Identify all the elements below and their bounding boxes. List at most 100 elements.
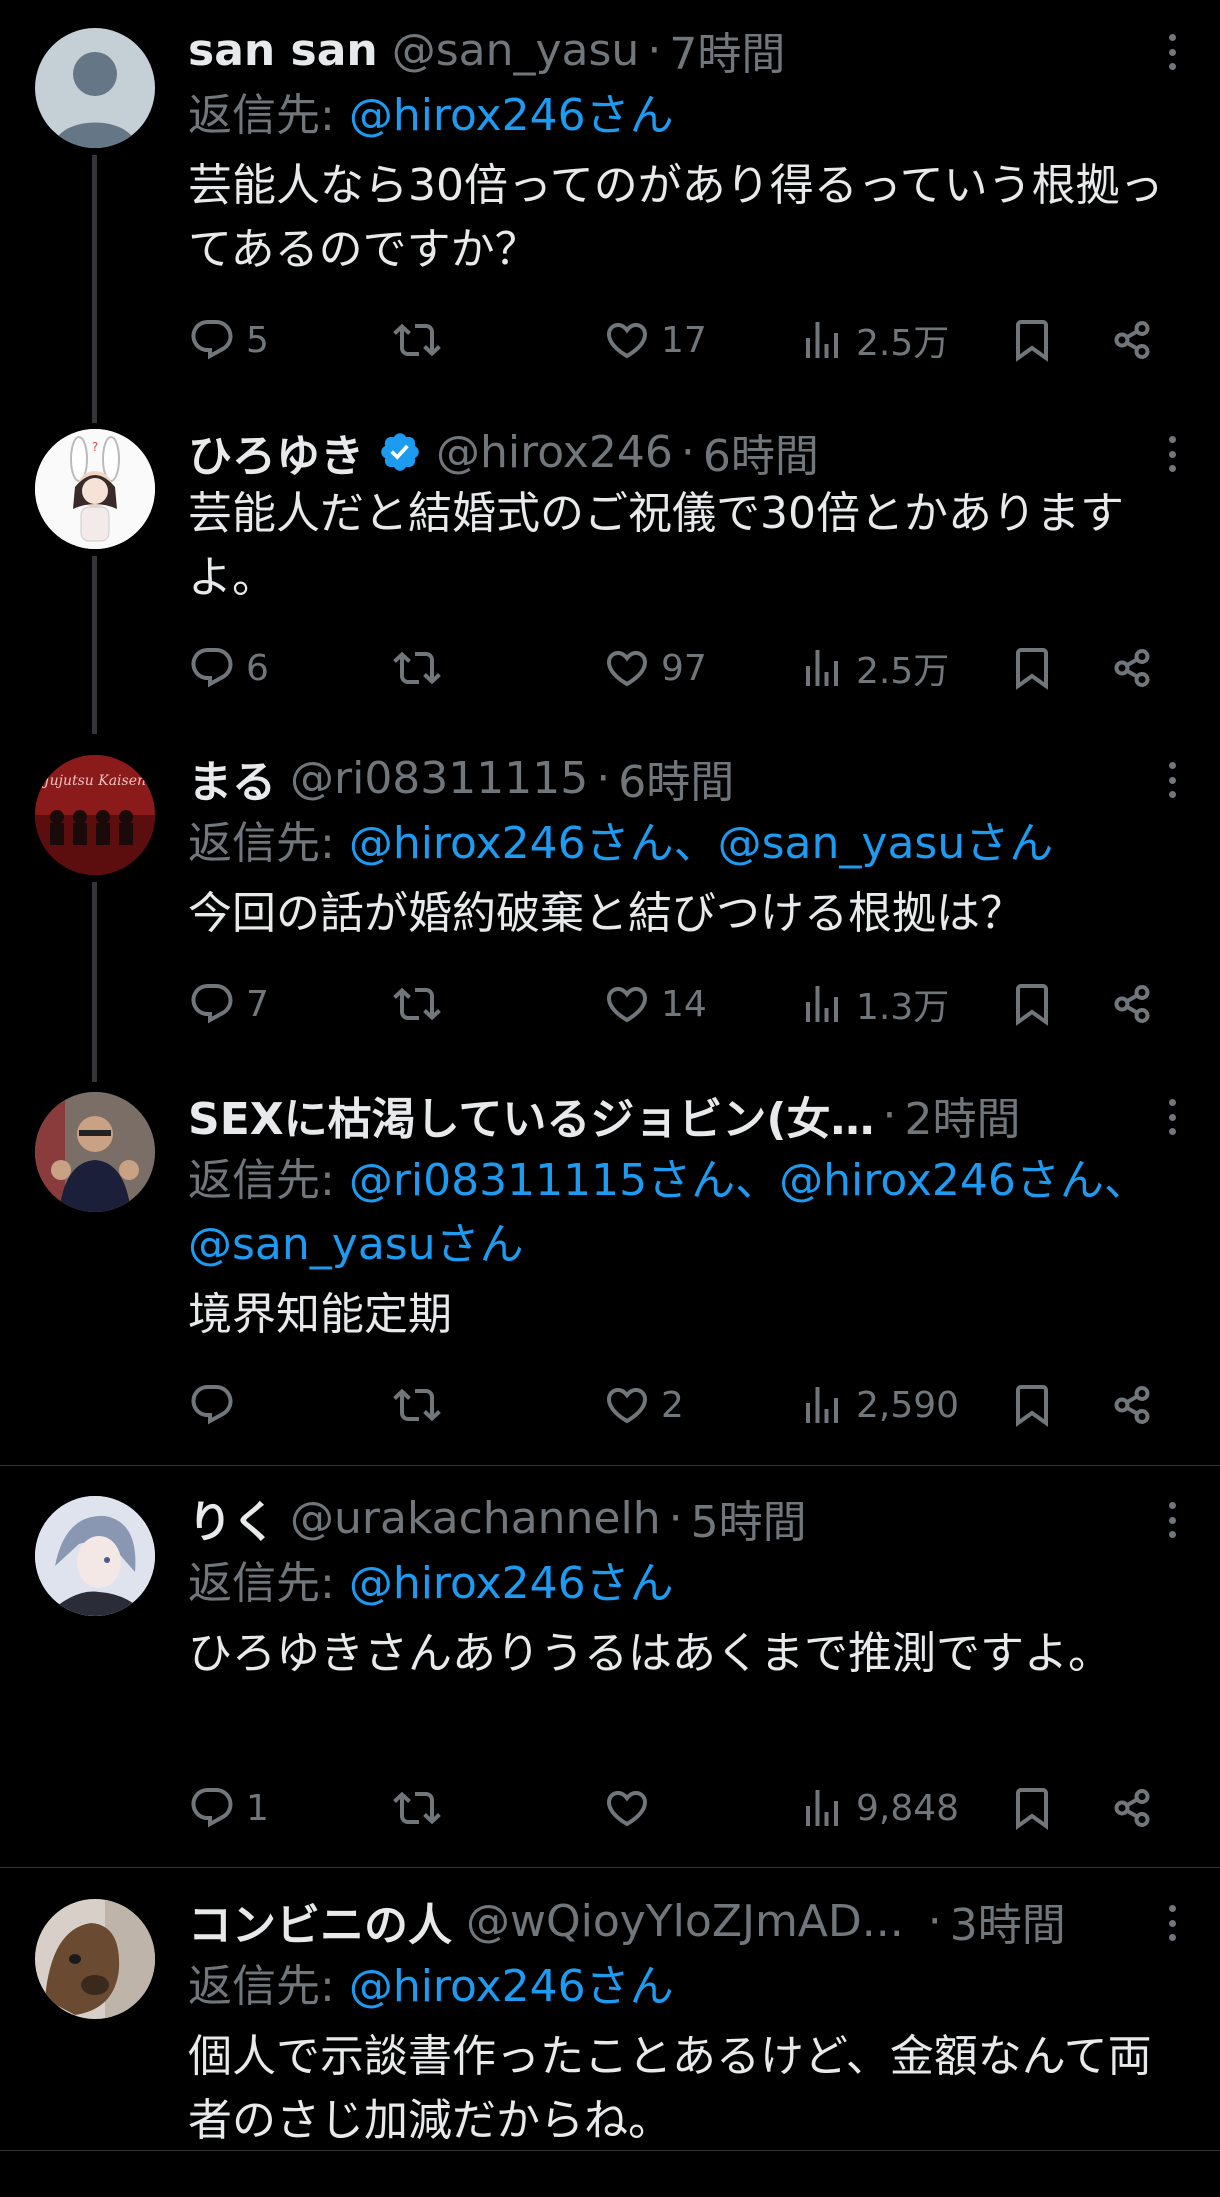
reply-mention-link[interactable]: @hirox246さん、@san_yasuさん: [349, 818, 1053, 869]
heart-icon: [603, 1381, 651, 1429]
share-icon: [1108, 644, 1156, 692]
reply-icon: [188, 1381, 236, 1429]
avatar[interactable]: ?: [35, 429, 155, 549]
view-count: 2,590: [856, 1384, 960, 1426]
post-time[interactable]: 2時間: [904, 1083, 1020, 1147]
reply-mention-link[interactable]: @hirox246さん: [349, 90, 674, 141]
default-avatar-icon: [53, 52, 137, 148]
more-icon[interactable]: [1162, 1502, 1182, 1538]
like-button[interactable]: 14: [603, 974, 707, 1034]
views-button[interactable]: 2,590: [798, 1375, 959, 1435]
retweet-button[interactable]: [393, 974, 441, 1034]
post[interactable]: コンビニの人 @wQioyYloZJmAD... · 3時間 返信先: @hir…: [0, 1893, 1220, 2197]
more-icon[interactable]: [1162, 762, 1182, 798]
action-bar: 5 17 2.5万: [188, 310, 1168, 370]
avatar[interactable]: [35, 1092, 155, 1212]
more-icon[interactable]: [1162, 1099, 1182, 1135]
reply-count: 7: [246, 983, 269, 1025]
post-header: ひろゆき @hirox246 · 6時間: [188, 424, 1100, 483]
retweet-button[interactable]: [393, 310, 441, 370]
retweet-button[interactable]: [393, 638, 441, 698]
like-button[interactable]: 97: [603, 638, 707, 698]
reply-mention-link[interactable]: @hirox246さん: [349, 1961, 674, 2012]
display-name[interactable]: SEXに枯渇しているジョビン(女…: [188, 1083, 874, 1147]
avatar[interactable]: [35, 28, 155, 148]
anime-boy-avatar: [35, 1496, 155, 1616]
user-handle[interactable]: @ri08311115: [290, 753, 588, 804]
post-time[interactable]: 6時間: [618, 746, 734, 810]
more-icon[interactable]: [1162, 1905, 1182, 1941]
views-button[interactable]: 2.5万: [798, 638, 949, 698]
separator-dot: ·: [596, 752, 611, 804]
like-count: 14: [661, 983, 707, 1025]
jujutsu-kaisen-avatar: Jujutsu Kaisen: [35, 755, 155, 875]
bookmark-button[interactable]: [1008, 974, 1056, 1034]
reply-button[interactable]: 1: [188, 1778, 269, 1838]
reply-button[interactable]: [188, 1375, 246, 1435]
display-name[interactable]: san san: [188, 25, 378, 76]
post-text: 芸能人なら30倍ってのがあり得るっていう根拠ってあるのですか？: [188, 160, 1164, 275]
bookmark-button[interactable]: [1008, 1778, 1056, 1838]
avatar[interactable]: [35, 1496, 155, 1616]
display-name[interactable]: ひろゆき: [188, 420, 364, 484]
post[interactable]: Jujutsu Kaisen まる @ri08311115 · 6時間 返信先:…: [0, 750, 1220, 1066]
display-name[interactable]: りく: [188, 1486, 276, 1550]
post-time[interactable]: 6時間: [703, 420, 819, 484]
bookmark-button[interactable]: [1008, 1375, 1056, 1435]
view-count: 2.5万: [856, 323, 950, 364]
views-button[interactable]: 2.5万: [798, 310, 949, 370]
retweet-button[interactable]: [393, 1375, 441, 1435]
post-header: コンビニの人 @wQioyYloZJmAD... · 3時間: [188, 1893, 1100, 1952]
user-handle[interactable]: @san_yasu: [392, 25, 640, 76]
heart-icon: [603, 644, 651, 692]
reply-icon: [188, 1784, 236, 1832]
share-button[interactable]: [1108, 638, 1156, 698]
post-header: san san @san_yasu · 7時間: [188, 22, 1100, 81]
retweet-icon: [393, 644, 441, 692]
post-time[interactable]: 3時間: [950, 1889, 1066, 1953]
share-button[interactable]: [1108, 1375, 1156, 1435]
like-button[interactable]: [603, 1778, 661, 1838]
post-text: 個人で示談書作ったことあるけど、金額なんて両者のさじ加減だからね。: [188, 2031, 1152, 2146]
views-button[interactable]: 1.3万: [798, 974, 949, 1034]
views-button[interactable]: 9,848: [798, 1778, 959, 1838]
share-button[interactable]: [1108, 974, 1156, 1034]
bookmark-button[interactable]: [1008, 638, 1056, 698]
share-button[interactable]: [1108, 1778, 1156, 1838]
views-icon: [798, 1381, 846, 1429]
user-handle[interactable]: @urakachannelh: [290, 1493, 661, 1544]
reply-mention-link[interactable]: @san_yasuさん: [188, 1219, 524, 1270]
post-time[interactable]: 7時間: [669, 18, 785, 82]
like-button[interactable]: 17: [603, 310, 707, 370]
reply-mention-link[interactable]: @ri08311115さん、@hirox246さん、: [349, 1155, 1148, 1206]
post[interactable]: SEXに枯渇しているジョビン(女… · 2時間 返信先: @ri08311115…: [0, 1087, 1220, 1445]
post[interactable]: ? ひろゆき @hirox246 · 6時間 芸能人だと結婚式のご祝儀で30倍と…: [0, 424, 1220, 736]
views-icon: [798, 980, 846, 1028]
share-button[interactable]: [1108, 310, 1156, 370]
avatar[interactable]: [35, 1899, 155, 2019]
user-handle[interactable]: @wQioyYloZJmAD...: [466, 1896, 904, 1947]
reply-mention-link[interactable]: @hirox246さん: [349, 1558, 674, 1609]
like-button[interactable]: 2: [603, 1375, 684, 1435]
more-icon[interactable]: [1162, 34, 1182, 70]
avatar[interactable]: Jujutsu Kaisen: [35, 755, 155, 875]
share-icon: [1108, 980, 1156, 1028]
post-time[interactable]: 5時間: [691, 1486, 807, 1550]
more-icon[interactable]: [1162, 436, 1182, 472]
post[interactable]: りく @urakachannelh · 5時間 返信先: @hirox246さん…: [0, 1490, 1220, 1870]
reply-button[interactable]: 7: [188, 974, 269, 1034]
post[interactable]: san san @san_yasu · 7時間 返信先: @hirox246さん…: [0, 22, 1220, 402]
reply-to-line: 返信先: @hirox246さん: [188, 1552, 1168, 1616]
display-name[interactable]: まる: [188, 746, 276, 810]
reply-icon: [188, 980, 236, 1028]
retweet-button[interactable]: [393, 1778, 441, 1838]
reply-button[interactable]: 6: [188, 638, 269, 698]
views-icon: [798, 644, 846, 692]
user-handle[interactable]: @hirox246: [436, 427, 673, 478]
reply-icon: [188, 316, 236, 364]
reply-button[interactable]: 5: [188, 310, 269, 370]
bookmark-button[interactable]: [1008, 310, 1056, 370]
separator-dot: ·: [927, 1895, 942, 1947]
display-name[interactable]: コンビニの人: [188, 1889, 452, 1953]
share-icon: [1108, 1784, 1156, 1832]
